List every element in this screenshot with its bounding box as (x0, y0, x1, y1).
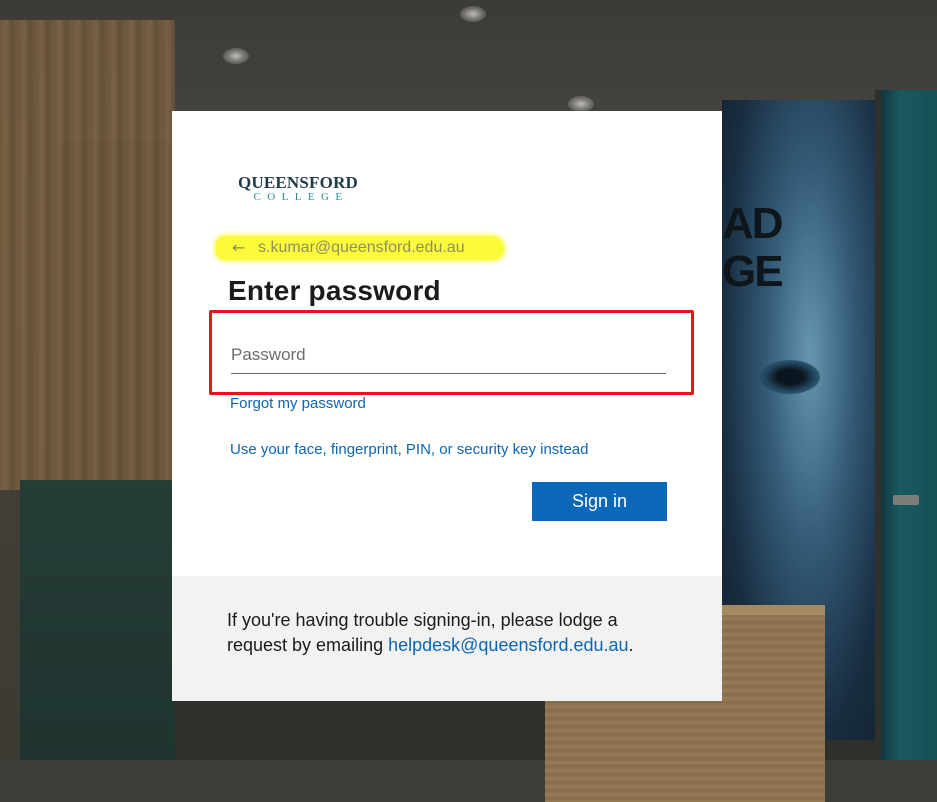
signin-card: QUEENSFORD COLLEGE ← s.kumar@queensford.… (172, 111, 722, 701)
helpdesk-email-link[interactable]: helpdesk@queensford.edu.au (388, 635, 628, 655)
help-text: If you're having trouble signing-in, ple… (227, 608, 667, 658)
logo-line-2: COLLEGE (253, 191, 349, 203)
alternate-signin-link[interactable]: Use your face, fingerprint, PIN, or secu… (230, 441, 588, 458)
identity-banner[interactable]: ← s.kumar@queensford.edu.au (216, 232, 506, 264)
forgot-password-link[interactable]: Forgot my password (230, 395, 366, 412)
sign-in-button[interactable]: Sign in (532, 482, 667, 521)
password-annotation-box (209, 310, 694, 395)
identity-email: s.kumar@queensford.edu.au (258, 239, 465, 256)
logo-line-1: QUEENSFORD (237, 173, 359, 192)
help-footer: If you're having trouble signing-in, ple… (172, 576, 722, 701)
password-input[interactable] (231, 337, 666, 374)
page-title: Enter password (228, 275, 441, 306)
help-text-tail: . (628, 635, 634, 655)
arrow-left-icon[interactable]: ← (232, 239, 250, 257)
college-logo: QUEENSFORD COLLEGE (233, 174, 363, 203)
